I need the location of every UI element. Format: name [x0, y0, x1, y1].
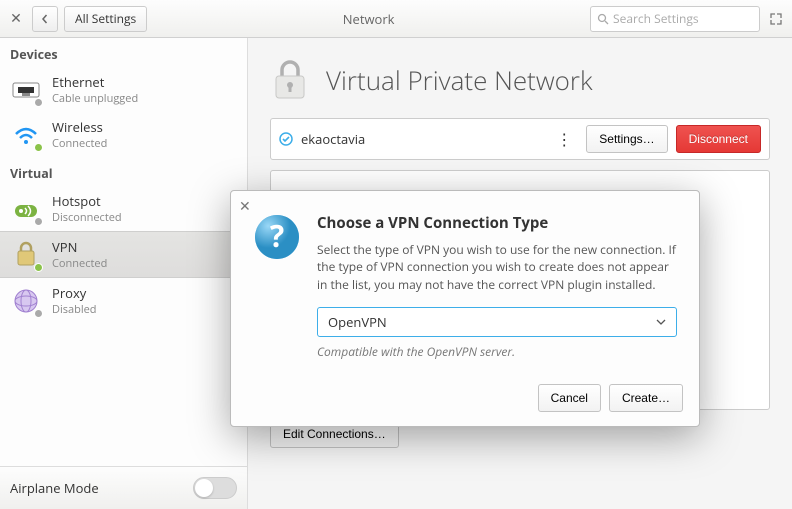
- maximize-icon: [770, 13, 782, 25]
- title-bar: ✕ All Settings Network Search Settings: [0, 0, 792, 38]
- dialog-title: Choose a VPN Connection Type: [317, 213, 677, 233]
- sidebar-item-status: Disabled: [52, 302, 97, 317]
- sidebar-item-ethernet[interactable]: Ethernet Cable unplugged: [0, 67, 247, 112]
- vpn-type-dialog: ✕ ? Choose a VPN Connection Type Select …: [230, 190, 700, 427]
- maximize-button[interactable]: [766, 9, 786, 29]
- sidebar-item-wireless[interactable]: Wireless Connected: [0, 112, 247, 157]
- all-settings-button[interactable]: All Settings: [64, 6, 147, 32]
- settings-button[interactable]: Settings…: [586, 125, 667, 153]
- chevron-down-icon: [656, 319, 666, 325]
- vpn-connection-name: ekaoctavia: [301, 130, 542, 148]
- sidebar-item-status: Connected: [52, 256, 107, 271]
- search-icon: [597, 13, 609, 25]
- vpn-connection-row: ekaoctavia ⋮ Settings… Disconnect: [270, 118, 770, 160]
- vpn-icon: [10, 239, 42, 271]
- hotspot-icon: [10, 193, 42, 225]
- question-icon: ?: [253, 213, 301, 261]
- svg-text:?: ?: [270, 215, 284, 256]
- window-title: Network: [153, 10, 584, 28]
- wireless-icon: [10, 119, 42, 151]
- page-title: Virtual Private Network: [326, 62, 593, 98]
- sidebar-item-label: VPN: [52, 238, 107, 256]
- lock-icon: [270, 58, 310, 102]
- vpn-compat-text: Compatible with the OpenVPN server.: [317, 343, 677, 360]
- sidebar-item-status: Disconnected: [52, 210, 122, 225]
- cancel-button[interactable]: Cancel: [538, 384, 601, 412]
- sidebar: Devices Ethernet Cable unplugged Wireles…: [0, 38, 248, 509]
- check-icon: [279, 132, 293, 146]
- connection-menu-button[interactable]: ⋮: [550, 128, 578, 150]
- vpn-type-combo[interactable]: OpenVPN: [317, 307, 677, 337]
- sidebar-item-hotspot[interactable]: Hotspot Disconnected: [0, 186, 247, 231]
- search-placeholder: Search Settings: [613, 10, 699, 27]
- section-devices-label: Devices: [0, 38, 247, 67]
- airplane-mode-row: Airplane Mode: [0, 466, 247, 509]
- sidebar-item-label: Ethernet: [52, 73, 138, 91]
- window-close-button[interactable]: ✕: [6, 9, 26, 29]
- chevron-left-icon: [40, 14, 50, 24]
- search-settings-input[interactable]: Search Settings: [590, 6, 760, 32]
- dialog-text: Select the type of VPN you wish to use f…: [317, 241, 677, 293]
- sidebar-item-label: Hotspot: [52, 192, 122, 210]
- airplane-mode-label: Airplane Mode: [10, 479, 99, 497]
- disconnect-button[interactable]: Disconnect: [676, 125, 761, 153]
- sidebar-item-proxy[interactable]: Proxy Disabled: [0, 278, 247, 323]
- sidebar-item-label: Wireless: [52, 118, 107, 136]
- dialog-close-button[interactable]: ✕: [239, 197, 251, 216]
- proxy-icon: [10, 285, 42, 317]
- sidebar-item-status: Connected: [52, 136, 107, 151]
- section-virtual-label: Virtual: [0, 157, 247, 186]
- sidebar-item-label: Proxy: [52, 284, 97, 302]
- ethernet-icon: [10, 74, 42, 106]
- back-button[interactable]: [32, 6, 58, 32]
- airplane-mode-switch[interactable]: [193, 477, 237, 499]
- combo-value: OpenVPN: [328, 313, 387, 331]
- create-button[interactable]: Create…: [609, 384, 683, 412]
- sidebar-item-status: Cable unplugged: [52, 91, 138, 106]
- sidebar-item-vpn[interactable]: VPN Connected: [0, 231, 247, 278]
